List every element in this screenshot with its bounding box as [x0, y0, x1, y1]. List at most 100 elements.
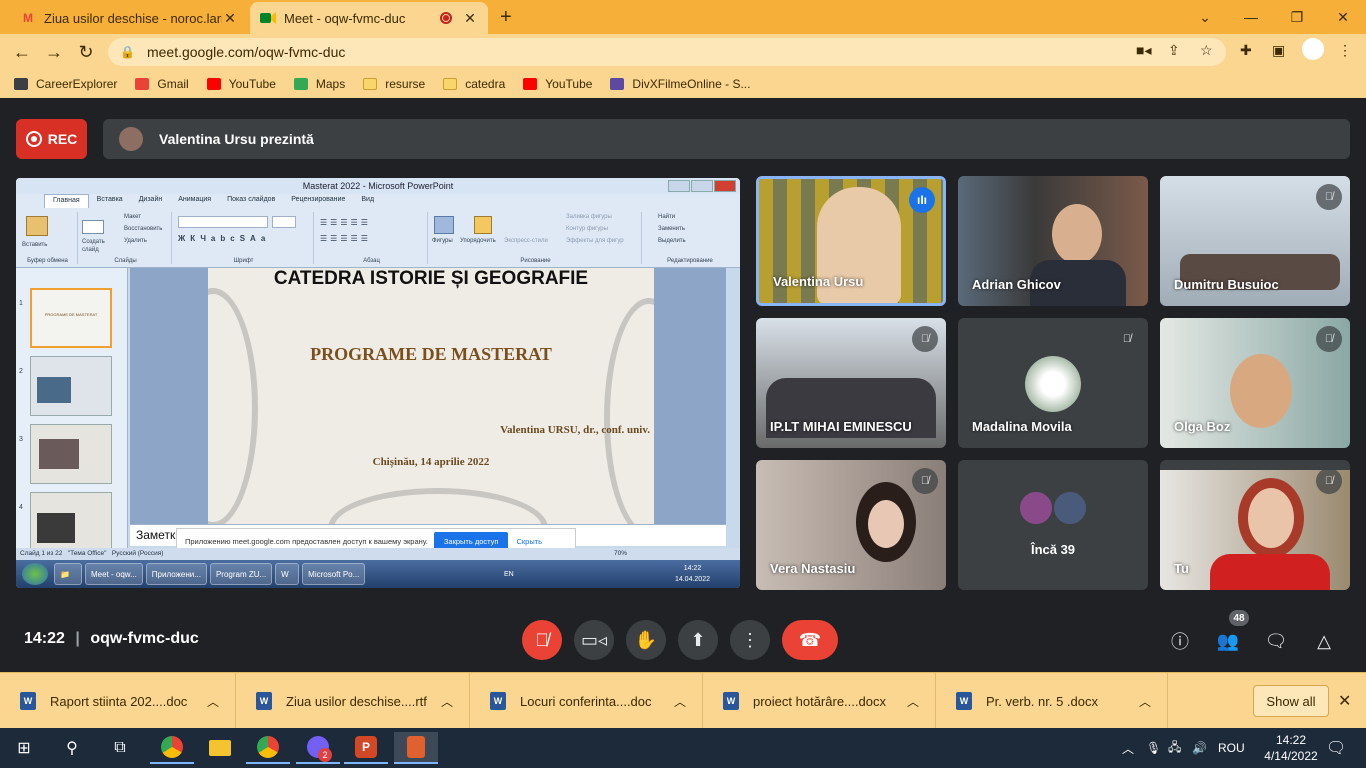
participant-tile[interactable]: 🎙̸ Olga Boz: [1160, 318, 1350, 448]
participant-avatar: [1018, 490, 1054, 526]
chat-button[interactable]: 🗨: [1263, 628, 1289, 654]
delete-label: Удалить: [124, 238, 147, 244]
chevron-up-icon[interactable]: ︿: [1139, 693, 1151, 710]
bookmark-folder-resurse[interactable]: resurse: [363, 77, 425, 91]
group-name: Слайды: [114, 258, 137, 264]
close-icon[interactable]: ✕: [462, 10, 478, 27]
close-icon[interactable]: ✕: [222, 10, 238, 27]
recording-button[interactable]: REC: [16, 119, 87, 159]
leave-call-button[interactable]: ☎: [782, 620, 838, 660]
taskbar-file-explorer[interactable]: [198, 732, 242, 764]
minimize-button[interactable]: —: [1228, 0, 1274, 34]
camera-icon[interactable]: ■◂: [1136, 42, 1151, 59]
tray-chevron-icon[interactable]: ︿: [1122, 728, 1134, 768]
network-icon[interactable]: 🖧: [1168, 728, 1181, 768]
download-item[interactable]: W Ziua usilor deschise....rtf ︿: [236, 673, 470, 729]
present-button[interactable]: ⬆: [678, 620, 718, 660]
tab-title: Meet - oqw-fvmc-duc: [284, 10, 406, 26]
windows-orb-icon: [22, 563, 48, 585]
tab-gmail[interactable]: M Ziua usilor deschise - noroc.larisa ✕: [10, 2, 248, 34]
activities-button[interactable]: △: [1311, 628, 1337, 654]
volume-icon[interactable]: 🔊: [1192, 728, 1207, 768]
ribbon-group-drawing: Фигуры Упорядочить Экспресс-стили Заливк…: [430, 212, 642, 264]
bookmark-divxfilme[interactable]: DivXFilmeOnline - S...: [610, 77, 750, 91]
notifications-icon[interactable]: 🗨: [1326, 728, 1346, 768]
more-options-button[interactable]: ⋮: [730, 620, 770, 660]
microphone-icon[interactable]: 🎙: [1146, 728, 1161, 768]
show-all-button[interactable]: Show all: [1253, 685, 1329, 717]
chevron-down-icon[interactable]: ⌄: [1182, 0, 1228, 34]
thumb-number: 2: [19, 368, 23, 375]
taskbar-viber[interactable]: 2: [296, 732, 340, 764]
participant-tile-more[interactable]: Încă 39: [958, 460, 1148, 590]
reload-button[interactable]: ↻: [74, 40, 98, 64]
participants-count-badge: 48: [1229, 610, 1249, 626]
system-clock[interactable]: 14:22 4/14/2022: [1258, 732, 1324, 764]
meeting-details-button[interactable]: ⓘ: [1167, 628, 1193, 654]
task-view-button[interactable]: ⧉: [98, 732, 142, 764]
taskbar-powerpoint[interactable]: P: [344, 732, 388, 764]
maps-icon: [293, 78, 308, 90]
meet-icon: [260, 10, 276, 26]
tab-meet[interactable]: Meet - oqw-fvmc-duc ✕: [250, 2, 488, 34]
ppt-restore-icon: [691, 180, 713, 192]
back-button[interactable]: ←: [10, 40, 34, 64]
download-item[interactable]: W Pr. verb. nr. 5 .docx ︿: [936, 673, 1168, 729]
share-icon[interactable]: ⇪: [1168, 42, 1180, 59]
address-bar[interactable]: 🔒 meet.google.com/oqw-fvmc-duc: [108, 38, 1226, 66]
participant-tile[interactable]: 🎙̸ Madalina Movila: [958, 318, 1148, 448]
close-icon[interactable]: ✕: [1338, 691, 1351, 711]
search-button[interactable]: ⚲: [50, 732, 94, 764]
profile-avatar[interactable]: [1302, 38, 1324, 60]
download-item[interactable]: W Raport stiinta 202....doc ︿: [0, 673, 236, 729]
chevron-up-icon[interactable]: ︿: [907, 693, 919, 710]
remote-time: 14:22: [683, 565, 702, 572]
participant-tile[interactable]: 🎙̸ Vera Nastasiu: [756, 460, 946, 590]
chevron-up-icon[interactable]: ︿: [441, 693, 453, 710]
windows-logo-icon: ⊞: [17, 740, 31, 757]
windows-taskbar: ⊞ ⚲ ⧉ 2 P ︿ 🎙 🖧 🔊 ROU 14:22 4/14/2022 🗨: [0, 728, 1366, 768]
start-button[interactable]: ⊞: [2, 732, 46, 764]
quick-styles-label: Экспресс-стили: [504, 238, 548, 244]
ribbon-tab: Главная: [44, 194, 89, 208]
paste-label: Вставить: [22, 242, 48, 248]
mic-toggle-button[interactable]: 🎙̸: [522, 620, 562, 660]
bookmark-careerexplorer[interactable]: CareerExplorer: [14, 77, 117, 91]
download-item[interactable]: W Locuri conferinta....doc ︿: [470, 673, 703, 729]
input-language[interactable]: ROU: [1218, 728, 1245, 768]
bookmark-gmail[interactable]: Gmail: [135, 77, 189, 91]
people-button[interactable]: 👥: [1215, 628, 1241, 654]
ornament: [208, 288, 258, 524]
ribbon-tab: Анимация: [178, 196, 212, 203]
raise-hand-button[interactable]: ✋: [626, 620, 666, 660]
layout-label: Макет: [124, 214, 141, 220]
close-window-button[interactable]: ✕: [1320, 0, 1366, 34]
ribbon-tab: Вставка: [96, 196, 123, 203]
forward-button[interactable]: →: [42, 40, 66, 64]
participant-tile[interactable]: 🎙̸ IP.LT MIHAI EMINESCU: [756, 318, 946, 448]
participant-tile[interactable]: 🎙̸ Dumitru Busuioc: [1160, 176, 1350, 306]
participant-tile[interactable]: ıIı Valentina Ursu: [756, 176, 946, 306]
new-tab-button[interactable]: +: [500, 6, 512, 29]
participant-name: Olga Boz: [1174, 419, 1231, 434]
sidepanel-icon[interactable]: ▣: [1272, 42, 1285, 59]
bookmark-youtube[interactable]: YouTube: [206, 77, 276, 91]
taskbar-recorder[interactable]: [394, 732, 438, 764]
bookmark-folder-catedra[interactable]: catedra: [443, 77, 505, 91]
bookmark-star-icon[interactable]: ☆: [1200, 42, 1213, 59]
lock-icon[interactable]: 🔒: [120, 45, 135, 59]
restore-button[interactable]: ❐: [1274, 0, 1320, 34]
word-icon: W: [275, 563, 300, 585]
bookmark-maps[interactable]: Maps: [293, 77, 345, 91]
participant-tile[interactable]: Adrian Ghicov: [958, 176, 1148, 306]
taskbar-chrome[interactable]: [150, 732, 194, 764]
chevron-up-icon[interactable]: ︿: [674, 693, 686, 710]
extensions-icon[interactable]: ✚: [1240, 42, 1252, 59]
taskbar-chrome-2[interactable]: [246, 732, 290, 764]
participant-tile-self[interactable]: 🎙̸ Tu: [1160, 460, 1350, 590]
bookmark-youtube-2[interactable]: YouTube: [523, 77, 592, 91]
camera-toggle-button[interactable]: ▭◃: [574, 620, 614, 660]
menu-icon[interactable]: ⋮: [1338, 42, 1352, 59]
download-item[interactable]: W proiect hotărâre....docx ︿: [703, 673, 936, 729]
chevron-up-icon[interactable]: ︿: [207, 693, 219, 710]
